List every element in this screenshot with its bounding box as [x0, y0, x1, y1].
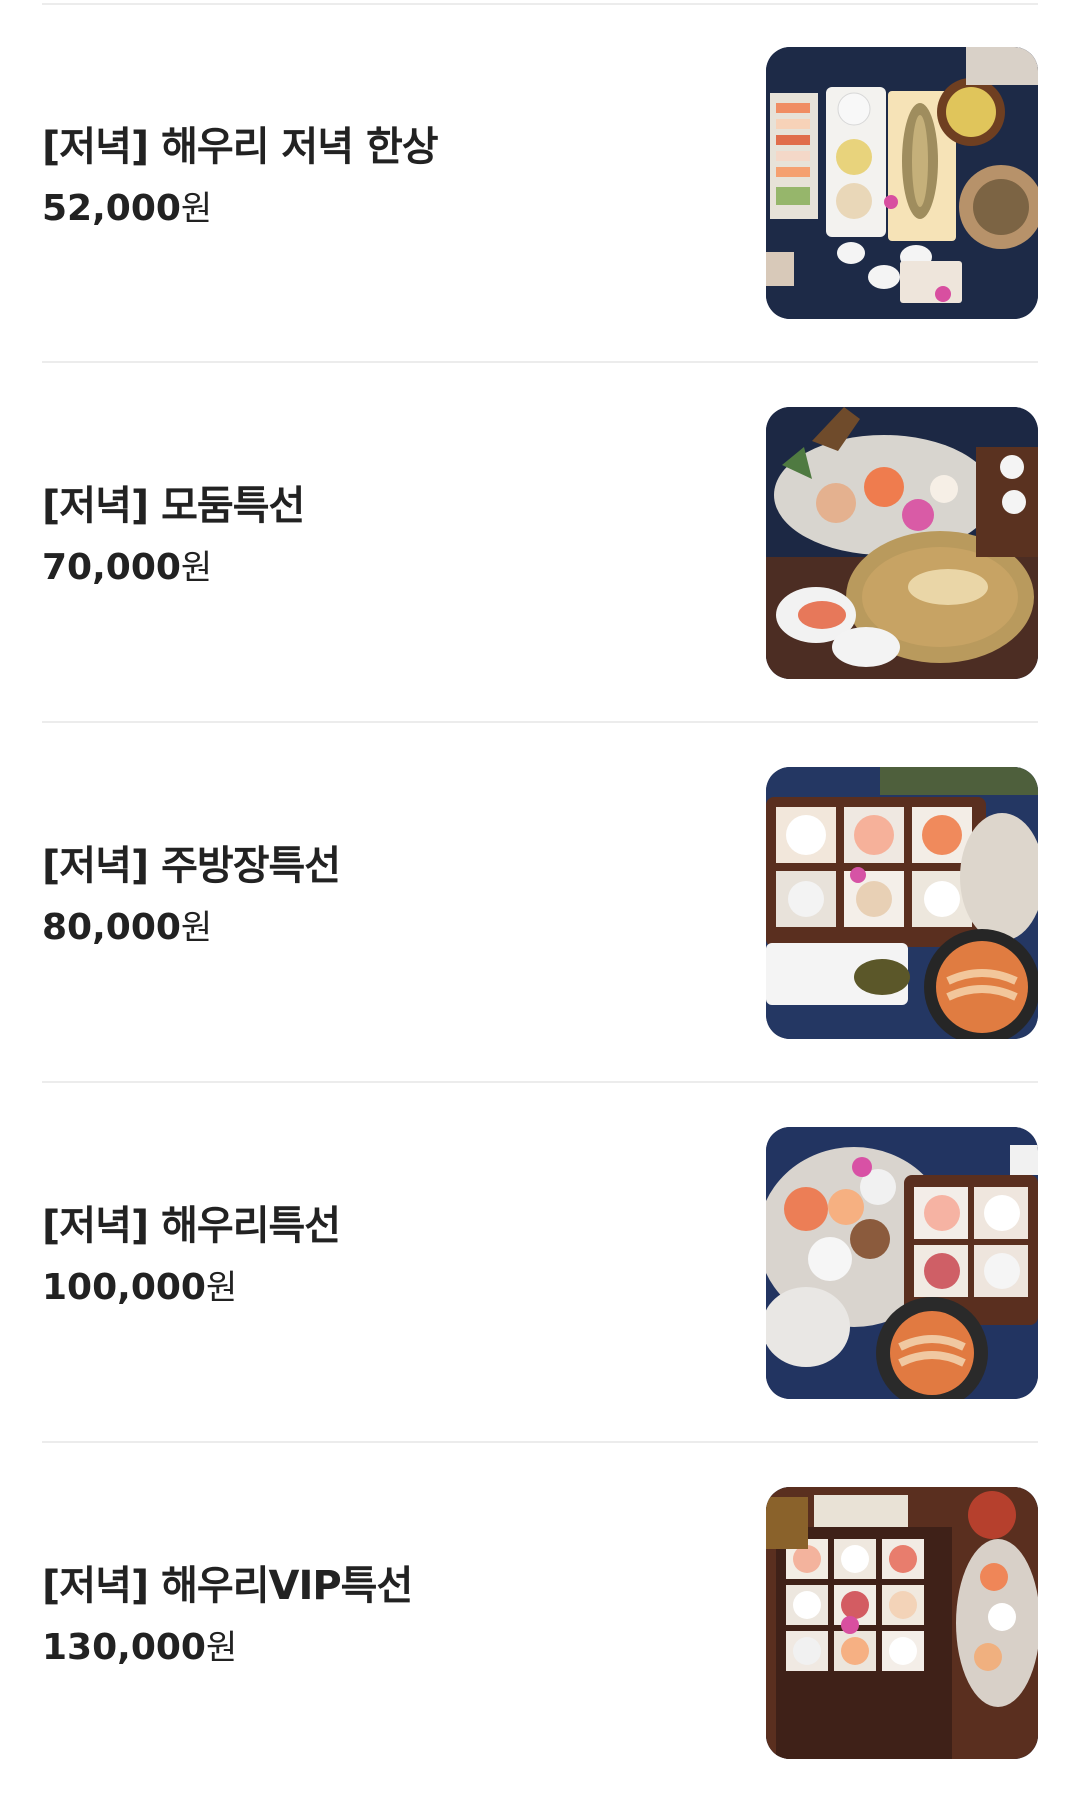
dinner-set-food-illustration	[766, 47, 1038, 319]
menu-item-price: 100,000원	[42, 1265, 722, 1311]
menu-item-name: [저녁] 모둠특선	[42, 483, 305, 529]
menu-item-dinner-set[interactable]: [저녁] 해우리 저녁 한상 52,000원	[0, 0, 1080, 360]
menu-item-name: [저녁] 해우리VIP특선	[42, 1563, 413, 1609]
menu-item-price-number: 52,000	[42, 188, 181, 229]
menu-item-text: [저녁] 모둠특선 70,000원	[42, 481, 722, 591]
menu-item-price-number: 130,000	[42, 1627, 206, 1668]
haeuri-special-food-photo	[766, 1127, 1038, 1399]
menu-item-haeuri-special[interactable]: [저녁] 해우리특선 100,000원	[0, 1080, 1080, 1440]
haeuri-vip-special-food-illustration	[766, 1487, 1038, 1759]
menu-item-assorted-special[interactable]: [저녁] 모둠특선 70,000원	[0, 360, 1080, 720]
dinner-set-food-photo	[766, 47, 1038, 319]
menu-item-price: 130,000원	[42, 1625, 722, 1671]
menu-item-haeuri-vip-special[interactable]: [저녁] 해우리VIP특선 130,000원	[0, 1440, 1080, 1800]
menu-item-text: [저녁] 해우리VIP특선 130,000원	[42, 1561, 722, 1671]
menu-item-price-number: 100,000	[42, 1267, 206, 1308]
haeuri-special-food-illustration	[766, 1127, 1038, 1399]
menu-item-price-number: 70,000	[42, 547, 181, 588]
menu-item-price-unit: 원	[180, 908, 213, 948]
menu-item-text: [저녁] 주방장특선 80,000원	[42, 841, 722, 951]
menu-item-name: [저녁] 해우리 저녁 한상	[42, 124, 439, 170]
menu-item-price-number: 80,000	[42, 907, 181, 948]
menu-item-name: [저녁] 해우리특선	[42, 1203, 341, 1249]
menu-item-chef-special[interactable]: [저녁] 주방장특선 80,000원	[0, 720, 1080, 1080]
haeuri-vip-special-food-photo	[766, 1487, 1038, 1759]
assorted-special-food-illustration	[766, 407, 1038, 679]
menu-item-price-unit: 원	[205, 1628, 238, 1668]
menu-item-text: [저녁] 해우리특선 100,000원	[42, 1201, 722, 1311]
menu-item-name: [저녁] 주방장특선	[42, 843, 341, 889]
menu-list: [저녁] 해우리 저녁 한상 52,000원 [저녁] 모둠특선 70,000원…	[0, 0, 1080, 1759]
chef-special-food-illustration	[766, 767, 1038, 1039]
menu-item-price-unit: 원	[205, 1268, 238, 1308]
menu-item-price: 80,000원	[42, 905, 722, 951]
menu-item-text: [저녁] 해우리 저녁 한상 52,000원	[42, 122, 722, 232]
menu-item-price: 52,000원	[42, 186, 722, 232]
menu-item-price: 70,000원	[42, 545, 722, 591]
menu-item-price-unit: 원	[180, 189, 213, 229]
assorted-special-food-photo	[766, 407, 1038, 679]
chef-special-food-photo	[766, 767, 1038, 1039]
menu-item-price-unit: 원	[180, 548, 213, 588]
